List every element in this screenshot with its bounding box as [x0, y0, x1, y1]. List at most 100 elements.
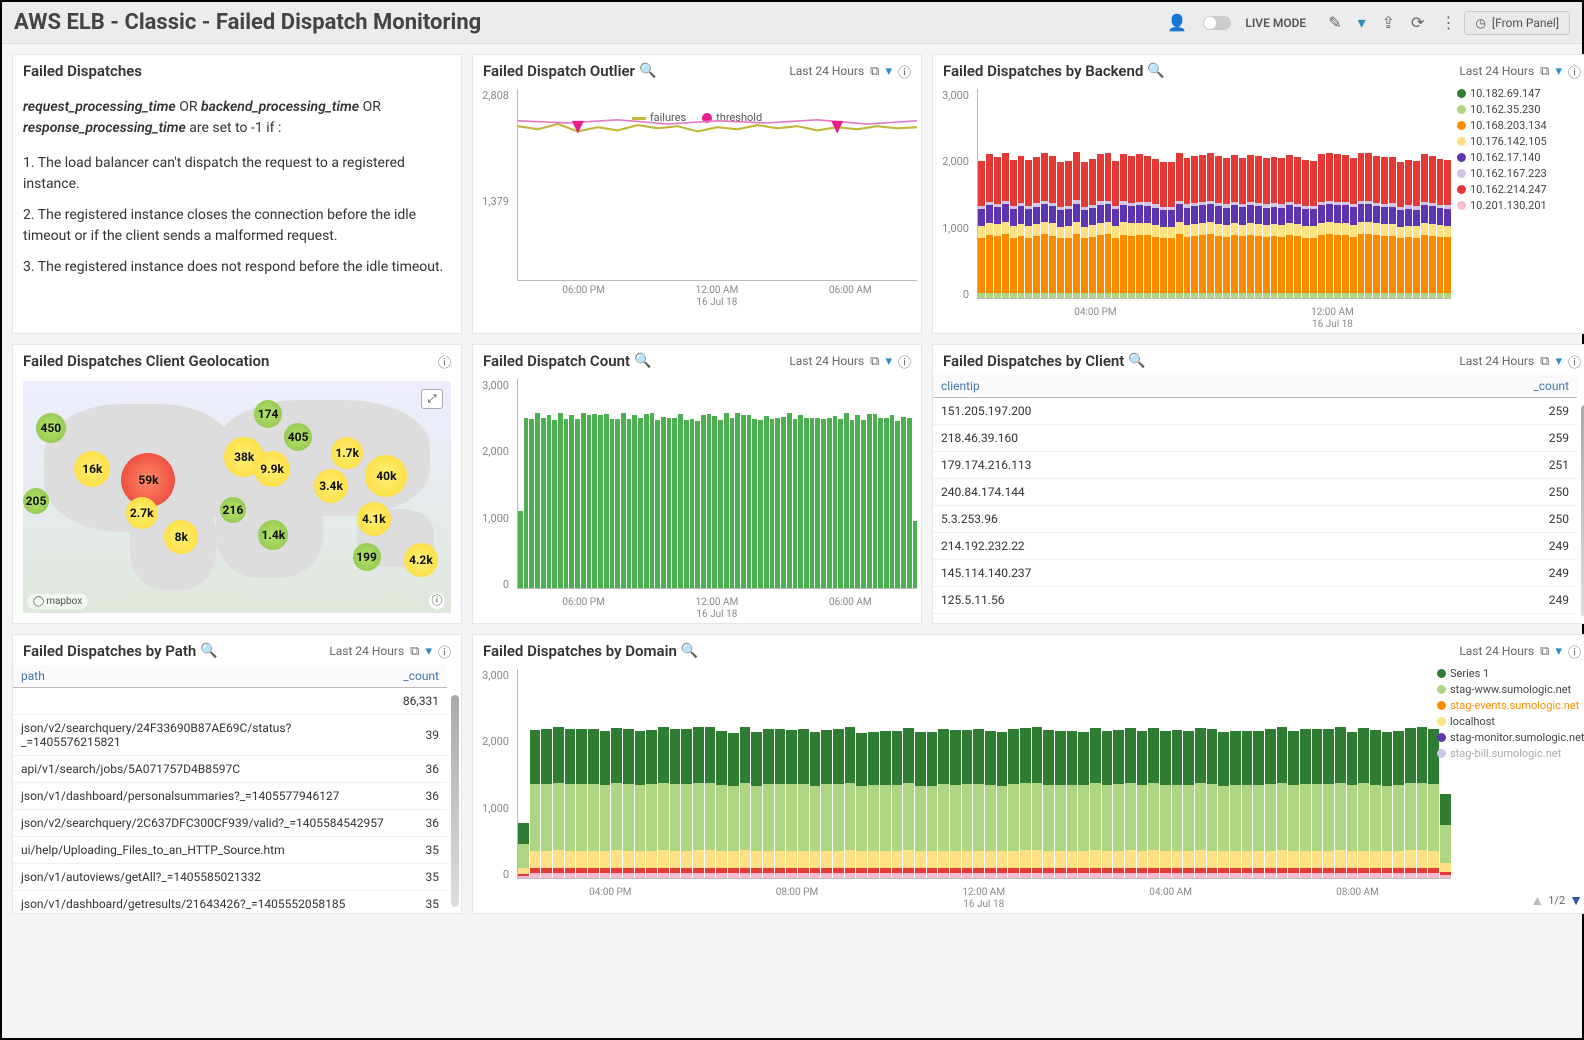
live-mode-toggle[interactable]: [1203, 16, 1237, 30]
geo-bubble[interactable]: 205: [23, 488, 49, 514]
copy-icon[interactable]: ⧉: [1540, 354, 1549, 369]
table-row[interactable]: 5.3.253.96250: [933, 506, 1577, 533]
count-chart[interactable]: [517, 379, 917, 589]
info-icon[interactable]: ⓘ: [898, 352, 911, 371]
clock-icon: ◷: [1475, 16, 1485, 30]
magnify-icon[interactable]: 🔍: [200, 643, 217, 659]
mapbox-badge: ◯mapbox: [27, 594, 88, 609]
filter-icon[interactable]: ▾: [1358, 13, 1366, 32]
magnify-icon[interactable]: 🔍: [1147, 63, 1164, 79]
refresh-icon[interactable]: ⟳: [1411, 13, 1424, 32]
filter-icon[interactable]: ▾: [1555, 354, 1562, 369]
table-row[interactable]: json/v2/searchquery/24F33690B87AE69C/sta…: [13, 715, 447, 756]
condition-1: 1. The load balancer can't dispatch the …: [23, 153, 451, 195]
ytick: 0: [473, 868, 509, 881]
attribution-icon[interactable]: ⓘ: [429, 593, 445, 609]
scrollbar[interactable]: [451, 695, 459, 907]
condition-2: 2. The registered instance closes the co…: [23, 205, 451, 247]
col-count[interactable]: _count: [1366, 375, 1577, 398]
legend-pager[interactable]: ▲ 1/2 ▼: [1530, 892, 1583, 909]
geo-bubble[interactable]: 2.7k: [126, 497, 158, 529]
table-row[interactable]: json/v1/dashboard/personalsummaries?_=14…: [13, 783, 447, 810]
panel-failed-dispatches: Failed Dispatches request_processing_tim…: [12, 54, 462, 334]
legend-item[interactable]: 10.162.214.247: [1457, 183, 1584, 196]
info-icon[interactable]: ⓘ: [1568, 642, 1581, 661]
geo-bubble[interactable]: 1.7k: [331, 437, 363, 469]
magnify-icon[interactable]: 🔍: [634, 353, 651, 369]
filter-icon[interactable]: ▾: [1555, 64, 1562, 79]
path-table[interactable]: path _count 86,331json/v2/searchquery/24…: [13, 665, 447, 913]
filter-icon[interactable]: ▾: [1555, 644, 1562, 659]
share-icon[interactable]: ⇪: [1382, 13, 1395, 32]
table-row[interactable]: ui/help/Uploading_Files_to_an_HTTP_Sourc…: [13, 837, 447, 864]
geo-bubble[interactable]: 4.2k: [404, 543, 438, 577]
geo-map[interactable]: ⤢ ◯mapbox ⓘ 45017416k59k38k4051.7k9.9k40…: [23, 381, 451, 613]
table-row[interactable]: 151.205.197.200259: [933, 398, 1577, 425]
geo-bubble[interactable]: 9.9k: [254, 451, 290, 487]
table-row[interactable]: 145.114.140.237249: [933, 560, 1577, 587]
legend-item[interactable]: stag-events.sumologic.net: [1437, 699, 1584, 712]
panel-by-backend: Failed Dispatches by Backend 🔍 Last 24 H…: [932, 54, 1584, 334]
table-row[interactable]: api/v1/search/jobs/5A071757D4B8597C36: [13, 756, 447, 783]
legend-item[interactable]: 10.162.17.140: [1457, 151, 1584, 164]
panel-title: Failed Dispatches by Backend: [943, 62, 1143, 80]
info-icon[interactable]: ⓘ: [898, 62, 911, 81]
copy-icon[interactable]: ⧉: [870, 354, 879, 369]
xtick: 12:00 AM 16 Jul 18: [962, 887, 1005, 911]
info-icon[interactable]: ⓘ: [1568, 62, 1581, 81]
magnify-icon[interactable]: 🔍: [639, 63, 656, 79]
table-row[interactable]: 218.46.39.160259: [933, 425, 1577, 452]
info-icon[interactable]: ⓘ: [438, 352, 451, 371]
table-row[interactable]: 240.84.174.144250: [933, 479, 1577, 506]
legend-item[interactable]: 10.168.203.134: [1457, 119, 1584, 132]
copy-icon[interactable]: ⧉: [1540, 64, 1549, 79]
geo-bubble[interactable]: 405: [284, 423, 312, 451]
legend-item[interactable]: stag-monitor.sumologic.net: [1437, 731, 1584, 744]
filter-icon[interactable]: ▾: [885, 64, 892, 79]
legend-item[interactable]: 10.182.69.147: [1457, 87, 1584, 100]
backend-chart[interactable]: [977, 89, 1451, 299]
ytick: 2,000: [473, 735, 509, 748]
geo-bubble[interactable]: 174: [254, 400, 282, 428]
or-text: OR: [179, 99, 197, 115]
table-row[interactable]: 179.174.216.113251: [933, 452, 1577, 479]
legend-item[interactable]: stag-www.sumologic.net: [1437, 683, 1584, 696]
legend-item[interactable]: stag-bill.sumologic.net: [1437, 747, 1584, 760]
magnify-icon[interactable]: 🔍: [1128, 353, 1145, 369]
domain-chart[interactable]: [517, 669, 1451, 879]
table-row[interactable]: 214.192.232.22249: [933, 533, 1577, 560]
info-icon[interactable]: ⓘ: [1568, 352, 1581, 371]
col-count[interactable]: _count: [395, 665, 447, 688]
client-table[interactable]: clientip _count 151.205.197.200259218.46…: [933, 375, 1577, 614]
more-icon[interactable]: ⋮: [1440, 13, 1456, 32]
table-row[interactable]: json/v1/dashboard/getresults/21643426?_=…: [13, 891, 447, 914]
expand-icon[interactable]: ⤢: [421, 389, 443, 409]
geo-bubble[interactable]: 216: [220, 497, 246, 523]
magnify-icon[interactable]: 🔍: [681, 643, 698, 659]
copy-icon[interactable]: ⧉: [870, 64, 879, 79]
filter-icon[interactable]: ▾: [885, 354, 892, 369]
geo-bubble[interactable]: 4.1k: [357, 502, 391, 536]
copy-icon[interactable]: ⧉: [410, 644, 419, 659]
filter-icon[interactable]: ▾: [425, 644, 432, 659]
legend-item[interactable]: 10.176.142.105: [1457, 135, 1584, 148]
pager-text: 1/2: [1548, 894, 1565, 907]
table-row[interactable]: json/v1/autoviews/getAll?_=1405585021332…: [13, 864, 447, 891]
geo-bubble[interactable]: 16k: [74, 451, 110, 487]
col-path[interactable]: path: [13, 665, 395, 688]
geo-bubble[interactable]: 3.4k: [314, 469, 348, 503]
info-icon[interactable]: ⓘ: [438, 642, 451, 661]
table-row[interactable]: 125.5.11.56249: [933, 587, 1577, 614]
geo-bubble[interactable]: 199: [353, 543, 381, 571]
edit-icon[interactable]: ✎: [1328, 13, 1341, 32]
table-row[interactable]: json/v2/searchquery/2C637DFC300CF939/val…: [13, 810, 447, 837]
legend-item[interactable]: localhost: [1437, 715, 1584, 728]
time-range-button[interactable]: ◷ [From Panel]: [1464, 11, 1570, 35]
table-row[interactable]: 86,331: [13, 688, 447, 715]
legend-item[interactable]: 10.162.35.230: [1457, 103, 1584, 116]
legend-item[interactable]: Series 1: [1437, 667, 1584, 680]
col-clientip[interactable]: clientip: [933, 375, 1366, 398]
legend-item[interactable]: 10.201.130.201: [1457, 199, 1584, 212]
copy-icon[interactable]: ⧉: [1540, 644, 1549, 659]
legend-item[interactable]: 10.162.167.223: [1457, 167, 1584, 180]
